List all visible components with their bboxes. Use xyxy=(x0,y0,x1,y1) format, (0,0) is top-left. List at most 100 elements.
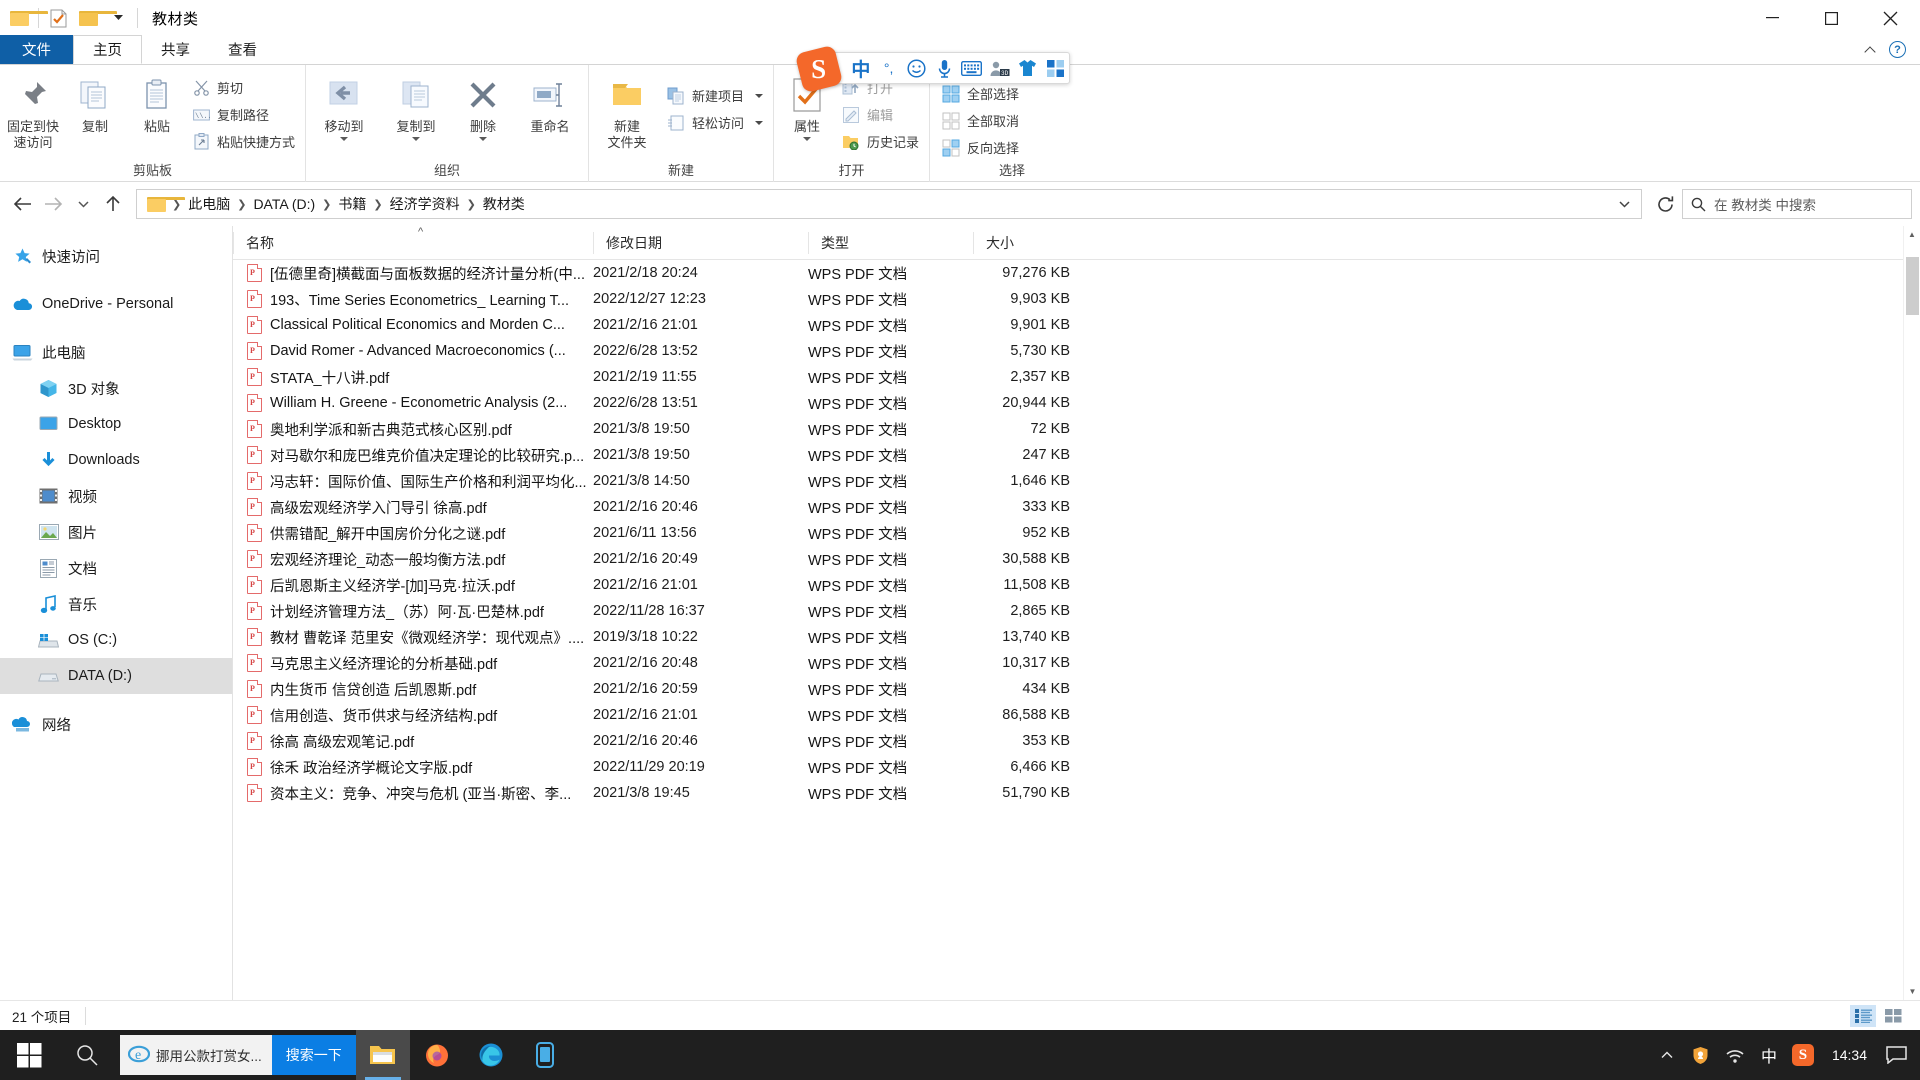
keyboard-icon[interactable] xyxy=(958,52,986,84)
rename-button[interactable]: 重命名 xyxy=(514,71,586,139)
breadcrumb-textbooks[interactable]: 教材类 xyxy=(478,194,530,214)
table-row[interactable]: P 宏观经济理论_动态一般均衡方法.pdf 2021/2/16 20:49 WPS P… xyxy=(233,546,1920,572)
breadcrumb-books[interactable]: 书籍 xyxy=(333,194,371,214)
edit-button[interactable]: 编辑 xyxy=(838,102,927,127)
ie-search-field[interactable]: e 挪用公款打赏女... xyxy=(120,1035,272,1075)
taskbar-firefox-icon[interactable] xyxy=(410,1030,464,1080)
chevron-down-icon[interactable] xyxy=(479,137,488,141)
help-question-icon[interactable]: ? xyxy=(1889,41,1906,58)
table-row[interactable]: P 资本主义：竞争、冲突与危机 (亚当·斯密、李... 2021/3/8 19:45… xyxy=(233,780,1920,806)
action-center-icon[interactable] xyxy=(1879,1030,1913,1080)
windows-start-icon[interactable] xyxy=(0,1030,58,1080)
table-row[interactable]: P 教材 曹乾译 范里安《微观经济学：现代观点》.... 2019/3/18 10:… xyxy=(233,624,1920,650)
table-row[interactable]: P 信用创造、货币供求与经济结构.pdf 2021/2/16 21:01 WPS PD… xyxy=(233,702,1920,728)
chinese-mode-icon[interactable]: 中 xyxy=(847,52,875,84)
file-name-cell[interactable]: P 宏观经济理论_动态一般均衡方法.pdf xyxy=(233,549,593,570)
invert-selection-button[interactable]: 反向选择 xyxy=(938,135,1027,160)
taskbar-file-explorer-icon[interactable] xyxy=(355,1030,410,1080)
file-name-cell[interactable]: P 计划经济管理方法_（苏）阿·瓦·巴楚林.pdf xyxy=(233,601,593,622)
file-name-cell[interactable]: P 马克思主义经济理论的分析基础.pdf xyxy=(233,653,593,674)
history-button[interactable]: 历史记录 xyxy=(838,129,927,154)
toolbox-icon[interactable] xyxy=(1041,52,1069,84)
sidebar-item-3d-objects[interactable]: 3D 对象 xyxy=(0,370,232,406)
taskbar-clock[interactable]: 14:34 xyxy=(1820,1030,1879,1080)
paste-button[interactable]: 粘贴 xyxy=(126,71,188,139)
file-name-cell[interactable]: P 冯志轩：国际价值、国际生产价格和利润平均化... xyxy=(233,471,593,492)
taskbar-edge-icon[interactable] xyxy=(464,1030,518,1080)
tab-file[interactable]: 文件 xyxy=(0,35,73,64)
copy-to-button[interactable]: 复制到 xyxy=(380,71,452,145)
cut-button[interactable]: 剪切 xyxy=(188,75,303,100)
chevron-down-icon[interactable] xyxy=(803,137,812,141)
sidebar-item-quick-access[interactable]: 快速访问 xyxy=(0,238,232,274)
chevron-down-icon[interactable] xyxy=(755,93,764,98)
table-row[interactable]: P 供需错配_解开中国房价分化之谜.pdf 2021/6/11 13:56 WPS P… xyxy=(233,520,1920,546)
ime-floating-toolbar[interactable]: S 中 °, 3D xyxy=(794,44,1070,94)
file-name-cell[interactable]: P [伍德里奇]横截面与面板数据的经济计量分析(中... xyxy=(233,263,593,284)
forward-arrow-icon[interactable] xyxy=(38,189,68,219)
chevron-up-icon[interactable] xyxy=(1865,44,1877,56)
scroll-up-arrow-icon[interactable]: ▲ xyxy=(1904,226,1920,243)
minimize-button[interactable] xyxy=(1743,0,1802,36)
chevron-down-icon[interactable] xyxy=(412,137,421,141)
sidebar-item-os-c[interactable]: OS (C:) xyxy=(0,622,232,658)
folder-icon[interactable] xyxy=(4,0,48,36)
ime-language-indicator[interactable]: 中 xyxy=(1752,1030,1786,1080)
safety-shield-icon[interactable] xyxy=(1684,1030,1718,1080)
table-row[interactable]: P 计划经济管理方法_（苏）阿·瓦·巴楚林.pdf 2022/11/28 16:37… xyxy=(233,598,1920,624)
file-name-cell[interactable]: P Classical Political Economics and Morde… xyxy=(233,316,593,334)
show-desktop-button[interactable] xyxy=(1913,1030,1920,1080)
breadcrumb-bar[interactable]: ❯ 此电脑 ❯ DATA (D:) ❯ 书籍 ❯ 经济学资料 ❯ 教材类 xyxy=(136,189,1642,219)
column-header-size[interactable]: 大小 xyxy=(973,231,1088,254)
tiles-view-icon[interactable] xyxy=(1880,1005,1906,1027)
table-row[interactable]: P 高级宏观经济学入门导引 徐高.pdf 2021/2/16 20:46 WPS PD… xyxy=(233,494,1920,520)
easy-access-button[interactable]: 轻松访问 xyxy=(663,110,771,135)
vertical-scrollbar[interactable]: ▲ ▼ xyxy=(1903,226,1920,1000)
table-row[interactable]: P 徐禾 政治经济学概论文字版.pdf 2022/11/29 20:19 WPS PD… xyxy=(233,754,1920,780)
breadcrumb-this-pc[interactable]: 此电脑 xyxy=(183,194,235,214)
recent-locations-chevron-down-icon[interactable] xyxy=(68,189,98,219)
tab-home[interactable]: 主页 xyxy=(73,35,142,64)
taskbar-phone-link-icon[interactable] xyxy=(518,1030,572,1080)
column-header-type[interactable]: 类型 xyxy=(808,231,973,254)
up-arrow-icon[interactable] xyxy=(98,189,128,219)
new-folder-button[interactable]: 新建 文件夹 xyxy=(591,71,663,155)
new-item-button[interactable]: 新建项目 xyxy=(663,83,771,108)
file-name-cell[interactable]: P David Romer - Advanced Macroeconomics (… xyxy=(233,342,593,360)
sidebar-item-network[interactable]: 网络 xyxy=(0,706,232,742)
table-row[interactable]: P STATA_十八讲.pdf 2021/2/19 11:55 WPS PDF 文档 2… xyxy=(233,364,1920,390)
scrollbar-thumb[interactable] xyxy=(1906,257,1919,315)
table-row[interactable]: P 冯志轩：国际价值、国际生产价格和利润平均化... 2021/3/8 14:50 W… xyxy=(233,468,1920,494)
column-header-date[interactable]: 修改日期 xyxy=(593,231,808,254)
file-name-cell[interactable]: P 教材 曹乾译 范里安《微观经济学：现代观点》.... xyxy=(233,627,593,648)
sogou-tray-icon[interactable]: S xyxy=(1786,1030,1820,1080)
search-box[interactable]: 在 教材类 中搜索 xyxy=(1682,189,1912,219)
file-name-cell[interactable]: P 徐禾 政治经济学概论文字版.pdf xyxy=(233,757,593,778)
scroll-down-arrow-icon[interactable]: ▼ xyxy=(1904,983,1920,1000)
sidebar-item-documents[interactable]: 文档 xyxy=(0,550,232,586)
file-name-cell[interactable]: P 徐高 高级宏观笔记.pdf xyxy=(233,731,593,752)
details-view-icon[interactable] xyxy=(1850,1005,1876,1027)
file-name-cell[interactable]: P 资本主义：竞争、冲突与危机 (亚当·斯密、李... xyxy=(233,783,593,804)
column-header-name[interactable]: 名称 xyxy=(233,231,593,254)
table-row[interactable]: P William H. Greene - Econometric Analysi… xyxy=(233,390,1920,416)
chevron-down-icon[interactable] xyxy=(103,0,133,36)
file-name-cell[interactable]: P 高级宏观经济学入门导引 徐高.pdf xyxy=(233,497,593,518)
maximize-button[interactable] xyxy=(1802,0,1861,36)
microphone-icon[interactable] xyxy=(930,52,958,84)
refresh-icon[interactable] xyxy=(1648,189,1682,219)
chevron-down-icon[interactable] xyxy=(340,137,349,141)
paste-shortcut-button[interactable]: 粘贴快捷方式 xyxy=(188,129,303,154)
table-row[interactable]: P David Romer - Advanced Macroeconomics (… xyxy=(233,338,1920,364)
chevron-down-icon[interactable] xyxy=(755,120,764,125)
file-name-cell[interactable]: P 后凯恩斯主义经济学-[加]马克·拉沃.pdf xyxy=(233,575,593,596)
sidebar-item-this-pc[interactable]: 此电脑 xyxy=(0,334,232,370)
table-row[interactable]: P 193、Time Series Econometrics_ Learning … xyxy=(233,286,1920,312)
table-row[interactable]: P 内生货币 信贷创造 后凯恩斯.pdf 2021/2/16 20:59 WPS PD… xyxy=(233,676,1920,702)
address-dropdown-chevron-down-icon[interactable] xyxy=(1613,190,1635,218)
search-input[interactable]: 在 教材类 中搜索 xyxy=(1714,194,1816,214)
scrollbar-track[interactable] xyxy=(1904,243,1920,983)
skin-shirt-icon[interactable] xyxy=(1014,52,1042,84)
sidebar-item-onedrive[interactable]: OneDrive - Personal xyxy=(0,286,232,322)
breadcrumb-data-drive[interactable]: DATA (D:) xyxy=(248,196,320,212)
